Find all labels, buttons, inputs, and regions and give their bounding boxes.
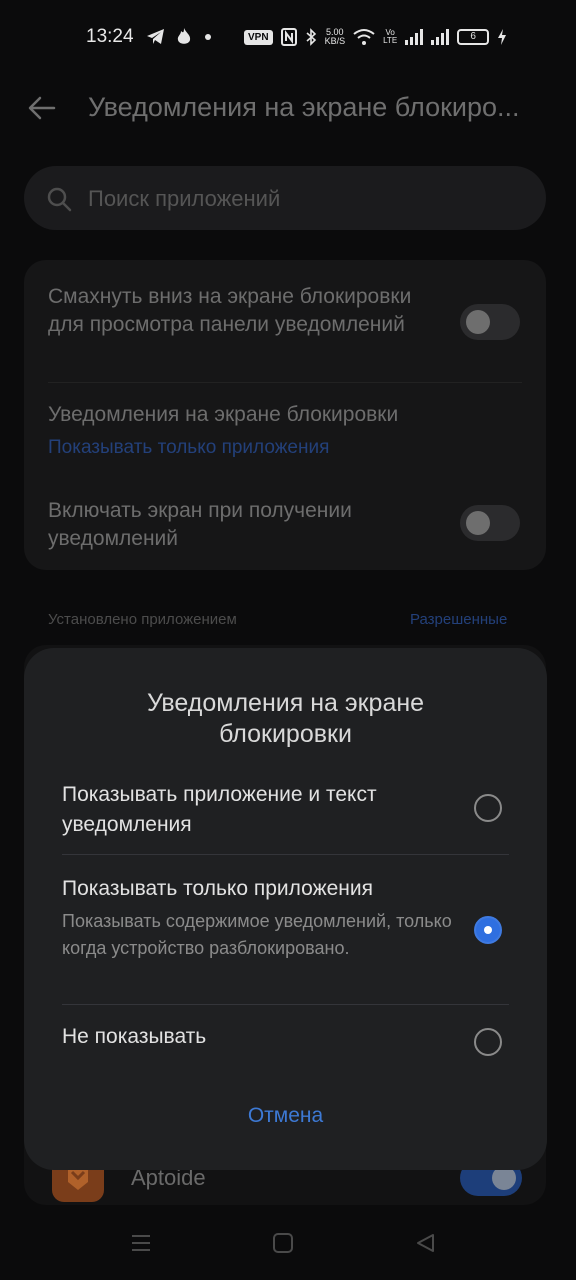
option-app-and-text[interactable]: Показывать приложение и текст уведомлени…: [24, 776, 547, 852]
bluetooth-icon: [306, 28, 316, 46]
signal-icon: [405, 29, 424, 45]
swipe-toggle[interactable]: [460, 304, 520, 340]
cancel-button[interactable]: Отмена: [24, 1104, 547, 1128]
wake-setting-label: Включать экран при получении уведомлений: [48, 499, 352, 550]
status-time: 13:24: [86, 26, 134, 47]
network-speed: 5.00 KB/S: [324, 27, 346, 46]
radio-button-selected[interactable]: [474, 916, 502, 944]
option-description: Показывать содержимое уведомлений, тольк…: [62, 911, 452, 958]
search-bar[interactable]: [24, 166, 546, 230]
option-title: Показывать приложение и текст уведомлени…: [62, 783, 377, 836]
wake-toggle[interactable]: [460, 505, 520, 541]
signal-icon-2: [431, 29, 450, 45]
option-hide[interactable]: Не показывать: [24, 1006, 547, 1082]
option-title: Показывать только приложения: [62, 877, 373, 900]
fire-icon: [177, 28, 191, 44]
search-input[interactable]: [86, 180, 520, 218]
status-bar: 13:24 VPN 5.00 KB/S Vo LTE 6: [0, 0, 576, 72]
lock-notif-setting[interactable]: Уведомления на экране блокировки Показыв…: [24, 383, 546, 475]
dot-icon: [205, 34, 211, 40]
status-left-icons: [146, 26, 214, 48]
swipe-setting-label: Смахнуть вниз на экране блокировки для п…: [48, 285, 412, 336]
lock-notif-value: Показывать только приложения: [48, 437, 330, 458]
back-arrow-icon[interactable]: [26, 92, 58, 124]
lock-screen-notifications-dialog: Уведомления на экране блокировки Показыв…: [24, 648, 547, 1170]
page-title: Уведомления на экране блокиро...: [88, 92, 520, 122]
volte-icon: Vo LTE: [383, 28, 398, 45]
vpn-icon: VPN: [244, 29, 273, 45]
option-app-only[interactable]: Показывать только приложения Показывать …: [24, 856, 547, 1004]
back-icon[interactable]: [414, 1232, 436, 1254]
navigation-bar: [0, 1208, 576, 1280]
lock-notif-label: Уведомления на экране блокировки: [48, 403, 399, 426]
home-icon[interactable]: [272, 1232, 294, 1254]
filter-dropdown[interactable]: Разрешенные: [410, 611, 507, 628]
divider: [62, 1004, 509, 1005]
dialog-title: Уведомления на экране блокировки: [146, 689, 425, 748]
menu-icon[interactable]: [130, 1232, 152, 1254]
toggle-knob: [466, 310, 490, 334]
settings-card: Смахнуть вниз на экране блокировки для п…: [24, 260, 546, 570]
radio-button[interactable]: [474, 1028, 502, 1056]
search-icon: [47, 187, 72, 212]
status-right-icons: VPN 5.00 KB/S Vo LTE 6: [244, 24, 507, 50]
telegram-icon: [147, 29, 164, 44]
section-label: Установлено приложением: [48, 611, 237, 628]
wifi-icon: [353, 29, 375, 45]
radio-button[interactable]: [474, 794, 502, 822]
nfc-icon: [280, 28, 297, 46]
battery-icon: 6: [457, 29, 490, 45]
charging-icon: [498, 29, 507, 45]
option-title: Не показывать: [62, 1025, 207, 1048]
toggle-knob: [466, 511, 490, 535]
divider: [62, 854, 509, 855]
